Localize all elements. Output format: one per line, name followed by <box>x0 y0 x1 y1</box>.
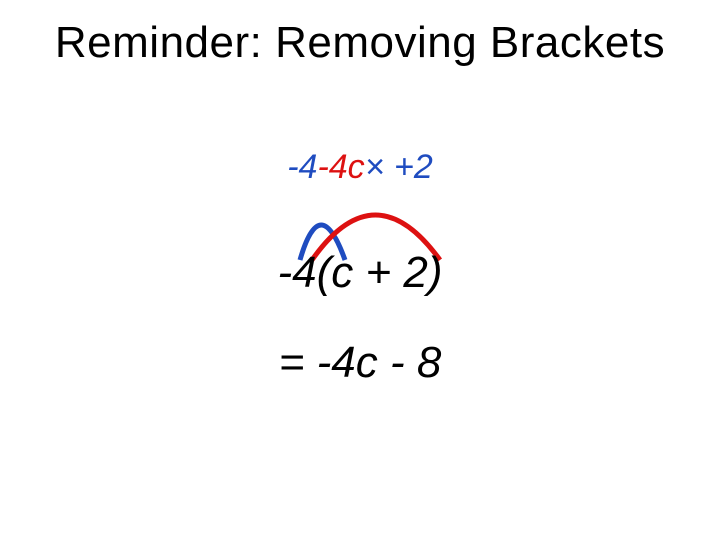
annotation-factor: -4 <box>287 148 317 186</box>
distribution-annotation: -4-4c× +2 <box>0 148 720 187</box>
annotation-second-term: × +2 <box>365 148 433 186</box>
original-expression: -4(c + 2) <box>0 248 720 298</box>
slide: Reminder: Removing Brackets -4-4c× +2 -4… <box>0 0 720 540</box>
expanded-result: = -4c - 8 <box>0 338 720 388</box>
slide-title: Reminder: Removing Brackets <box>0 18 720 68</box>
annotation-first-product: -4c <box>317 148 364 186</box>
